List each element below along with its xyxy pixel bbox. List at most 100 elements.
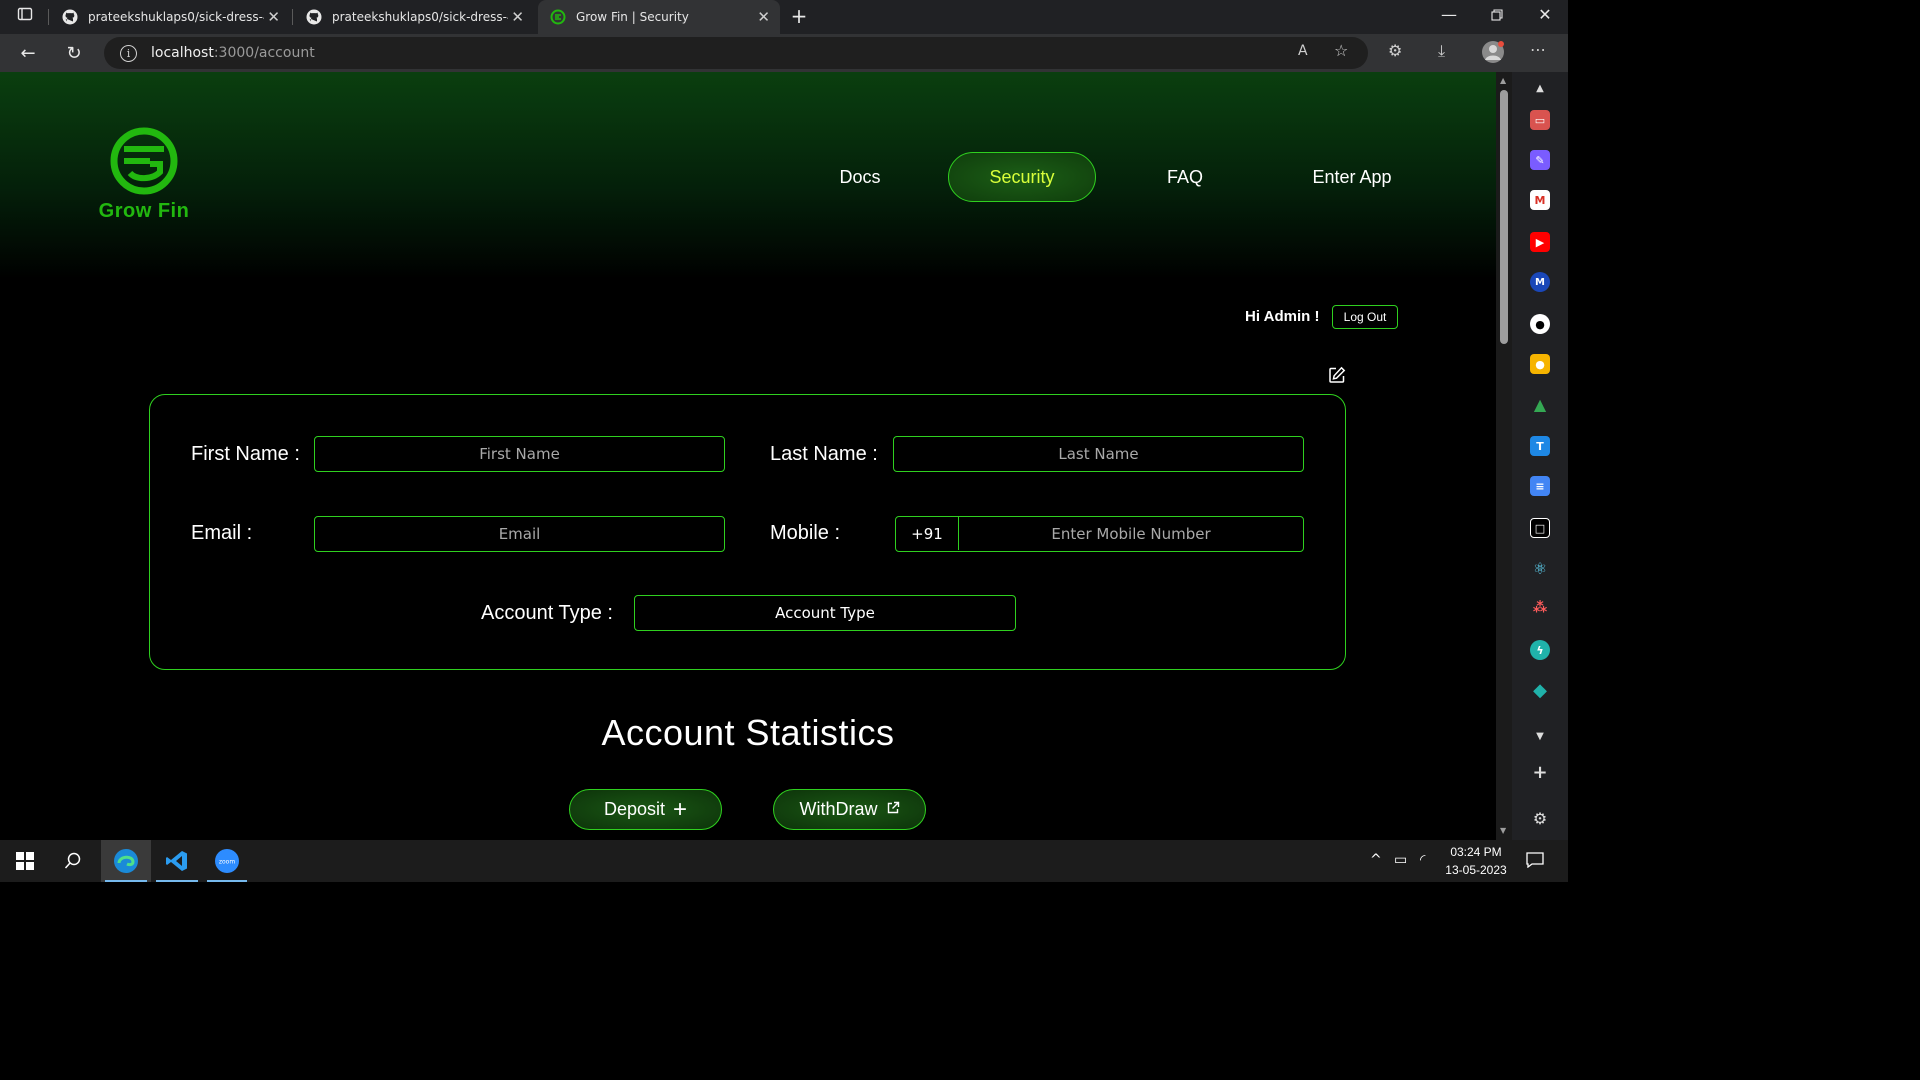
- greeting-text: Hi Admin !: [1245, 308, 1320, 325]
- notifications-icon[interactable]: [1526, 852, 1544, 872]
- browser-tab-bar: prateekshuklaps0/sick-dress-493 ✕ pratee…: [0, 0, 1568, 34]
- tab-actions-icon[interactable]: [10, 6, 40, 26]
- mobile-field[interactable]: +91: [895, 516, 1304, 552]
- browser-address-bar: ← ↻ i localhost:3000/account A ☆ ⚙ ⤓ ⋯: [0, 34, 1568, 72]
- profile-avatar[interactable]: [1481, 40, 1505, 68]
- restore-icon[interactable]: [1482, 6, 1512, 25]
- first-name-label: First Name :: [191, 443, 300, 465]
- close-tab-icon[interactable]: ✕: [267, 8, 280, 26]
- browser-tab-2[interactable]: prateekshuklaps0/sick-dress-493 ✕: [294, 0, 534, 34]
- start-icon[interactable]: [4, 840, 46, 882]
- withdraw-label: WithDraw: [799, 799, 878, 819]
- deposit-button[interactable]: Deposit +: [569, 789, 722, 830]
- close-window-icon[interactable]: ✕: [1530, 5, 1560, 24]
- wifi-icon[interactable]: ◜: [1420, 852, 1425, 868]
- refresh-icon[interactable]: ↻: [60, 39, 88, 67]
- nav-faq[interactable]: FAQ: [1150, 152, 1220, 202]
- plus-icon: +: [673, 795, 688, 823]
- email-input[interactable]: [315, 517, 724, 551]
- page-viewport: Grow Fin Docs Security FAQ Enter App Hi …: [0, 72, 1496, 840]
- mobile-label: Mobile :: [770, 522, 841, 544]
- gmail-icon[interactable]: M: [1530, 190, 1550, 210]
- tab-title: prateekshuklaps0/sick-dress-493: [332, 10, 508, 24]
- country-code-prefix: +91: [896, 517, 959, 550]
- url-path: :3000/account: [213, 45, 315, 61]
- last-name-field[interactable]: [893, 436, 1304, 472]
- scrollbar-thumb[interactable]: [1500, 90, 1508, 344]
- zoom-taskbar-icon[interactable]: zoom: [203, 840, 251, 882]
- nav-docs[interactable]: Docs: [820, 152, 900, 202]
- asana-icon[interactable]: ⁂: [1530, 598, 1550, 618]
- last-name-input[interactable]: [894, 437, 1303, 471]
- search-icon[interactable]: [52, 840, 94, 882]
- browser-tab-3[interactable]: Grow Fin | Security ✕: [538, 0, 780, 34]
- clock-date: 13-05-2023: [1445, 863, 1507, 877]
- react-icon[interactable]: ⚛: [1530, 558, 1550, 578]
- nav-security[interactable]: Security: [948, 152, 1096, 202]
- translate-icon[interactable]: T: [1530, 436, 1550, 456]
- system-clock[interactable]: 03:24 PM 13-05-2023: [1436, 843, 1516, 879]
- nav-enter-app[interactable]: Enter App: [1296, 152, 1408, 202]
- collapse-down-icon[interactable]: ▼: [1530, 726, 1550, 746]
- mobile-input[interactable]: [959, 517, 1303, 551]
- sidebar-settings-icon[interactable]: ⚙: [1530, 808, 1550, 828]
- tray-overflow-icon[interactable]: ^: [1370, 852, 1382, 868]
- bolt-icon[interactable]: ϟ: [1530, 640, 1550, 660]
- withdraw-button[interactable]: WithDraw: [773, 789, 926, 830]
- github-icon: [306, 9, 322, 25]
- youtube-icon[interactable]: ▶: [1530, 232, 1550, 252]
- email-label: Email :: [191, 522, 253, 544]
- m-app-icon[interactable]: M: [1530, 272, 1550, 292]
- close-tab-icon[interactable]: ✕: [757, 8, 770, 26]
- browser-tab-1[interactable]: prateekshuklaps0/sick-dress-493 ✕: [50, 0, 290, 34]
- account-form: First Name : Last Name : Email : Mobile …: [149, 394, 1346, 670]
- diamond-icon[interactable]: ◆: [1530, 680, 1550, 701]
- brand-name: Grow Fin: [98, 200, 190, 222]
- browser-sidebar: ▲ ▭ ✎ M ▶ M ● ● ▲ T ≡ □ ⚛ ⁂ ϟ ◆ ▼ + ⚙: [1512, 72, 1568, 840]
- main-nav: Docs Security FAQ Enter App: [0, 152, 1496, 202]
- minimize-icon[interactable]: —: [1434, 5, 1464, 24]
- svg-text:zoom: zoom: [219, 859, 235, 866]
- clock-time: 03:24 PM: [1450, 845, 1502, 859]
- extensions-icon[interactable]: ⚙: [1388, 41, 1402, 60]
- edge-taskbar-icon[interactable]: [101, 840, 151, 882]
- page-scrollbar[interactable]: ▲ ▼: [1496, 72, 1512, 840]
- collapse-up-icon[interactable]: ▲: [1530, 78, 1550, 98]
- deposit-label: Deposit: [603, 799, 665, 819]
- account-statistics-title: Account Statistics: [601, 712, 895, 753]
- docs-icon[interactable]: ≡: [1530, 476, 1550, 496]
- growfin-icon: [550, 9, 566, 25]
- read-aloud-icon[interactable]: A: [1298, 43, 1308, 59]
- edit-app-icon[interactable]: ✎: [1530, 150, 1550, 170]
- tab-title: prateekshuklaps0/sick-dress-493: [88, 10, 264, 24]
- url-field[interactable]: i localhost:3000/account: [104, 37, 1368, 69]
- downloads-icon[interactable]: ⤓: [1438, 41, 1445, 61]
- first-name-input[interactable]: [315, 437, 724, 471]
- toolbox-icon[interactable]: ▭: [1530, 110, 1550, 130]
- url-host: localhost: [151, 45, 214, 61]
- more-menu-icon[interactable]: ⋯: [1530, 40, 1546, 59]
- account-type-label: Account Type :: [481, 602, 613, 624]
- tab-title: Grow Fin | Security: [576, 10, 689, 24]
- github-icon[interactable]: ●: [1530, 314, 1550, 334]
- github-icon: [62, 9, 78, 25]
- account-type-select[interactable]: Account Type: [634, 595, 1016, 631]
- favorites-icon[interactable]: ☆: [1334, 41, 1348, 60]
- last-name-label: Last Name :: [770, 443, 878, 465]
- email-field[interactable]: [314, 516, 725, 552]
- square-app-icon[interactable]: □: [1530, 518, 1550, 538]
- back-icon[interactable]: ←: [14, 39, 42, 67]
- vscode-taskbar-icon[interactable]: [152, 840, 202, 882]
- site-info-icon[interactable]: i: [120, 44, 137, 62]
- new-tab-icon[interactable]: +: [784, 4, 814, 28]
- add-sidebar-icon[interactable]: +: [1530, 762, 1550, 783]
- close-tab-icon[interactable]: ✕: [511, 8, 524, 26]
- edit-icon[interactable]: [1328, 366, 1346, 384]
- first-name-field[interactable]: [314, 436, 725, 472]
- windows-taskbar: zoom ^ ▭ ◜ 03:24 PM 13-05-2023: [0, 840, 1568, 882]
- drive-icon[interactable]: ▲: [1530, 394, 1550, 414]
- battery-icon[interactable]: ▭: [1394, 852, 1407, 868]
- logout-button[interactable]: Log Out: [1332, 305, 1398, 329]
- external-link-icon: [886, 799, 900, 820]
- keep-icon[interactable]: ●: [1530, 354, 1550, 374]
